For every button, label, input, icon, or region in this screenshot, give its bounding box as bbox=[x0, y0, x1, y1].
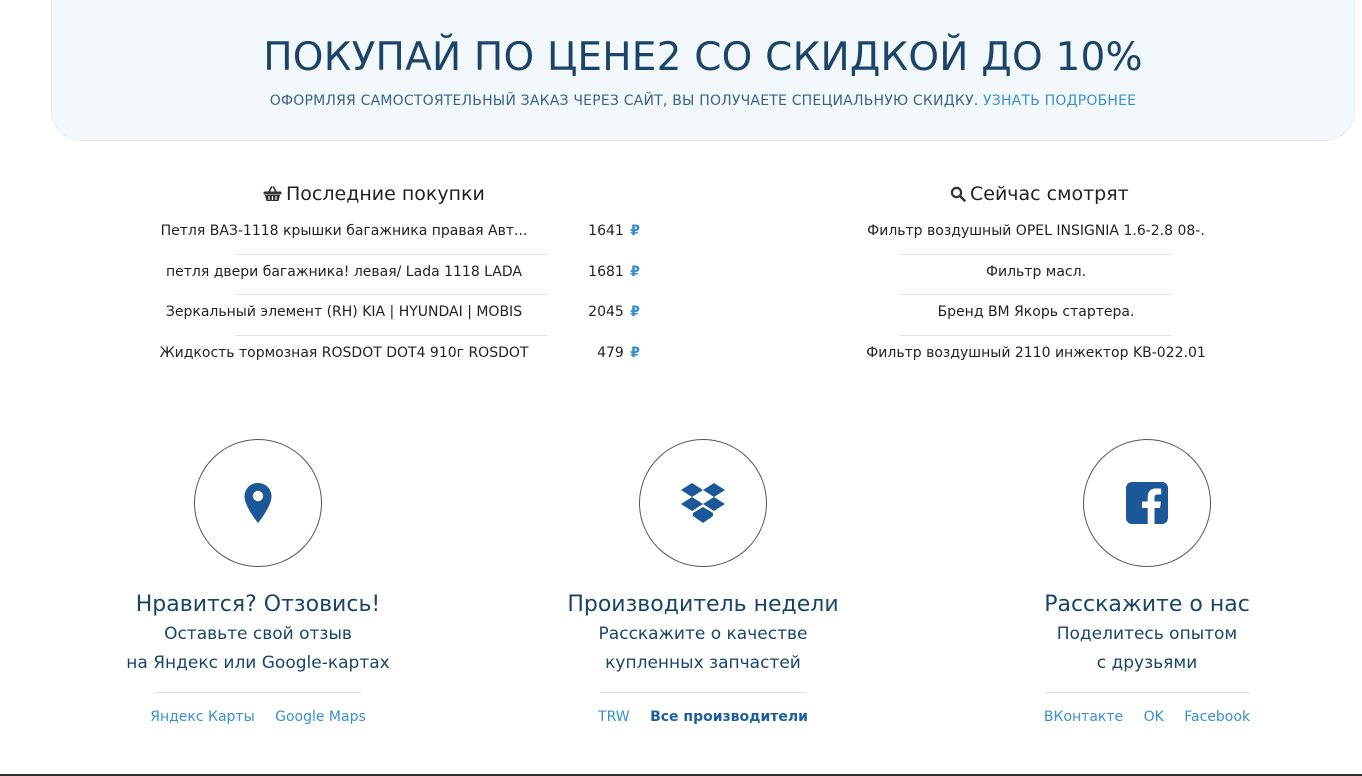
watching-name[interactable]: Бренд BM Якорь стартера. bbox=[830, 304, 1242, 320]
promo-title: ПОКУПАЙ ПО ЦЕНЕ2 СО СКИДКОЙ ДО 10% bbox=[263, 35, 1143, 80]
purchases-title-text: Последние покупки bbox=[286, 183, 485, 205]
ruble-icon: ₽ bbox=[630, 263, 640, 280]
watching-title: Сейчас смотрят bbox=[950, 183, 1129, 205]
divider bbox=[1044, 692, 1250, 693]
purchase-price: 1641 ₽ bbox=[588, 223, 640, 239]
watching-name[interactable]: Фильтр масл. bbox=[830, 264, 1242, 280]
basket-icon bbox=[263, 186, 282, 202]
feature-text: купленных запчастей bbox=[605, 653, 801, 673]
watching-name[interactable]: Фильтр воздушный 2110 инжектор KB-022.01 bbox=[830, 345, 1242, 361]
google-maps-link[interactable]: Google Maps bbox=[275, 709, 366, 725]
vkontakte-link[interactable]: ВКонтакте bbox=[1044, 709, 1123, 725]
feature-text: на Яндекс или Google-картах bbox=[126, 653, 390, 673]
feature-links: Яндекс Карты Google Maps bbox=[48, 709, 468, 725]
feature-manufacturer: Производитель недели Расскажите о качест… bbox=[493, 439, 913, 725]
list-item[interactable]: петля двери багажника! левая/ Lada 1118 … bbox=[140, 255, 660, 295]
purchase-name[interactable]: петля двери багажника! левая/ Lada 1118 … bbox=[140, 264, 548, 280]
facebook-icon bbox=[1083, 439, 1211, 567]
feature-title: Нравится? Отзовись! bbox=[135, 592, 381, 617]
watching-title-text: Сейчас смотрят bbox=[970, 183, 1129, 205]
list-item[interactable]: Фильтр воздушный OPEL INSIGNIA 1.6-2.8 0… bbox=[830, 214, 1242, 255]
all-manufacturers-link[interactable]: Все производители bbox=[650, 709, 808, 725]
divider bbox=[600, 692, 806, 693]
promo-more-link[interactable]: УЗНАТЬ ПОДРОБНЕЕ bbox=[983, 93, 1136, 109]
watching-name[interactable]: Фильтр воздушный OPEL INSIGNIA 1.6-2.8 0… bbox=[830, 223, 1242, 239]
promo-subtitle: ОФОРМЛЯЯ САМОСТОЯТЕЛЬНЫЙ ЗАКАЗ ЧЕРЕЗ САЙ… bbox=[52, 93, 1354, 109]
feature-text: Поделитесь опытом bbox=[1056, 624, 1238, 644]
list-item[interactable]: Фильтр воздушный 2110 инжектор KB-022.01 bbox=[830, 336, 1242, 377]
feature-text: Расскажите о качестве bbox=[598, 624, 808, 644]
feature-links: TRW Все производители bbox=[493, 709, 913, 725]
list-item[interactable]: Зеркальный элемент (RH) KIA | HYUNDAI | … bbox=[140, 295, 660, 336]
search-icon bbox=[950, 186, 966, 202]
divider bbox=[155, 692, 361, 693]
feature-share: Расскажите о нас Поделитесь опытом с дру… bbox=[937, 439, 1357, 725]
dropbox-icon bbox=[639, 439, 767, 567]
list-item[interactable]: Фильтр масл. bbox=[830, 255, 1242, 295]
promo-subtitle-text: ОФОРМЛЯЯ САМОСТОЯТЕЛЬНЫЙ ЗАКАЗ ЧЕРЕЗ САЙ… bbox=[269, 93, 979, 109]
list-item[interactable]: Жидкость тормозная ROSDOT DOT4 910г ROSD… bbox=[140, 336, 660, 377]
purchase-name[interactable]: Жидкость тормозная ROSDOT DOT4 910г ROSD… bbox=[140, 345, 548, 361]
feature-text: с друзьями bbox=[1096, 653, 1198, 673]
ruble-icon: ₽ bbox=[630, 304, 640, 320]
feature-links: ВКонтакте OK Facebook bbox=[937, 709, 1357, 725]
feature-title: Производитель недели bbox=[567, 592, 839, 617]
ruble-icon: ₽ bbox=[630, 344, 640, 361]
purchase-name[interactable]: Петля ВАЗ-1118 крышки багажника правая А… bbox=[140, 223, 548, 239]
promo-banner: ПОКУПАЙ ПО ЦЕНЕ2 СО СКИДКОЙ ДО 10% ОФОРМ… bbox=[51, 0, 1355, 141]
purchases-list: Петля ВАЗ-1118 крышки багажника правая А… bbox=[140, 214, 660, 376]
purchases-title: Последние покупки bbox=[263, 183, 485, 205]
facebook-link[interactable]: Facebook bbox=[1184, 709, 1250, 725]
list-item[interactable]: Бренд BM Якорь стартера. bbox=[830, 295, 1242, 336]
purchase-price: 2045 ₽ bbox=[588, 304, 640, 320]
purchase-price: 1681 ₽ bbox=[588, 263, 640, 280]
watching-list: Фильтр воздушный OPEL INSIGNIA 1.6-2.8 0… bbox=[830, 214, 1242, 376]
purchase-price: 479 ₽ bbox=[597, 344, 640, 361]
feature-reviews: Нравится? Отзовись! Оставьте свой отзыв … bbox=[48, 439, 468, 725]
list-item[interactable]: Петля ВАЗ-1118 крышки багажника правая А… bbox=[140, 214, 660, 255]
yandex-maps-link[interactable]: Яндекс Карты bbox=[150, 709, 254, 725]
map-marker-icon bbox=[194, 439, 322, 567]
trw-link[interactable]: TRW bbox=[598, 709, 630, 725]
ok-link[interactable]: OK bbox=[1144, 709, 1164, 725]
feature-title: Расскажите о нас bbox=[1044, 592, 1250, 617]
purchase-name[interactable]: Зеркальный элемент (RH) KIA | HYUNDAI | … bbox=[140, 304, 548, 320]
feature-text: Оставьте свой отзыв bbox=[164, 624, 352, 644]
ruble-icon: ₽ bbox=[630, 223, 640, 239]
